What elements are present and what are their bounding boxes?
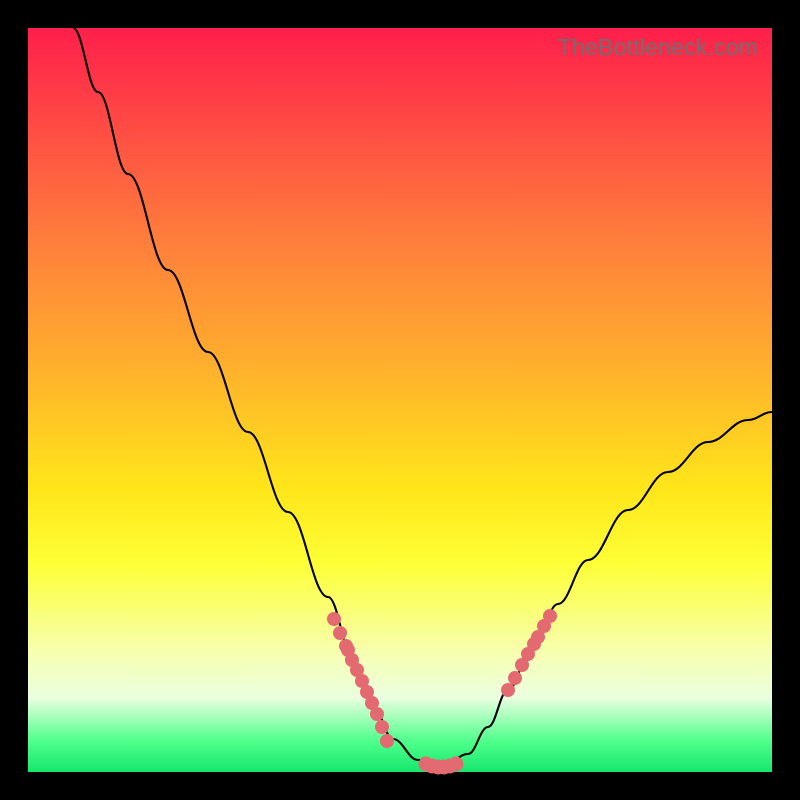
highlight-dot	[333, 626, 347, 640]
highlight-dots-right-limb	[501, 609, 557, 697]
highlight-dots-left-limb	[327, 612, 394, 748]
highlight-dots	[28, 28, 772, 772]
highlight-dot	[370, 707, 384, 721]
highlight-dot	[327, 612, 341, 626]
highlight-dot	[375, 720, 389, 734]
highlight-dots-valley	[419, 757, 464, 775]
plot-area: TheBottleneck.com	[28, 28, 772, 772]
highlight-dot	[380, 734, 394, 748]
highlight-dot	[449, 757, 464, 772]
highlight-dot	[508, 671, 522, 685]
highlight-dot	[543, 609, 557, 623]
highlight-dot	[501, 683, 515, 697]
